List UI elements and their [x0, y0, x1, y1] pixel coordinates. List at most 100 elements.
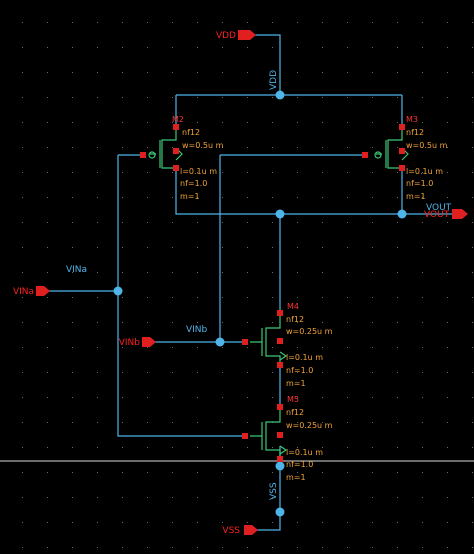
grid-dot: [472, 347, 473, 348]
grid-dot: [422, 472, 423, 473]
grid-dot: [197, 97, 198, 98]
grid-dot: [272, 22, 273, 23]
grid-dot: [197, 272, 198, 273]
grid-dot: [47, 47, 48, 48]
grid-dot: [72, 447, 73, 448]
grid-dot: [347, 47, 348, 48]
grid-dot: [347, 372, 348, 373]
grid-dot: [197, 222, 198, 223]
grid-dot: [247, 347, 248, 348]
grid-dot: [72, 372, 73, 373]
grid-dot: [447, 197, 448, 198]
grid-dot: [97, 222, 98, 223]
grid-dot: [322, 197, 323, 198]
grid-dot: [222, 172, 223, 173]
grid-dot: [397, 522, 398, 523]
grid-dot: [372, 47, 373, 48]
grid-dot: [247, 272, 248, 273]
schematic-canvas[interactable]: VDD VINa VINb VOUT VSS VDD VINa VINb VOU…: [0, 0, 474, 554]
pin-vss[interactable]: VSS: [222, 525, 258, 536]
net-label-vss: VSS: [269, 482, 279, 500]
grid-dot: [47, 322, 48, 323]
grid-dot: [197, 297, 198, 298]
m5-m: m=1: [286, 473, 306, 482]
m4-m: m=1: [286, 379, 306, 388]
grid-dot: [222, 497, 223, 498]
grid-dot: [447, 447, 448, 448]
grid-dot: [47, 472, 48, 473]
grid-dot: [97, 372, 98, 373]
grid-dot: [197, 47, 198, 48]
m2-annotations: M2 nf12 w=0.5u m l=0.1u m nf=1.0 m=1: [172, 115, 224, 201]
grid-dot: [472, 147, 473, 148]
grid-dot: [347, 97, 348, 98]
pin-vina[interactable]: VINa: [13, 286, 50, 297]
grid-dot: [22, 372, 23, 373]
grid-dot: [322, 22, 323, 23]
grid-dot: [472, 272, 473, 273]
grid-dot: [422, 47, 423, 48]
pin-vina-label: VINa: [13, 287, 34, 297]
grid-dot: [47, 522, 48, 523]
m5-annotations: M5 nf12 w=0.25u m l=0.1u m nf=1.0 m=1: [286, 395, 333, 482]
transistor-m3[interactable]: [362, 124, 409, 171]
grid-dot: [447, 422, 448, 423]
grid-dot: [122, 372, 123, 373]
grid-dot: [372, 172, 373, 173]
grid-dot: [72, 122, 73, 123]
grid-dot: [222, 247, 223, 248]
grid-dot: [122, 172, 123, 173]
grid-dot: [347, 197, 348, 198]
grid-dot: [97, 522, 98, 523]
grid-dot: [347, 497, 348, 498]
transistor-m2[interactable]: [140, 124, 183, 171]
grid-dot: [197, 322, 198, 323]
grid-dot: [72, 172, 73, 173]
grid-dot: [72, 197, 73, 198]
grid-dot: [22, 347, 23, 348]
pin-vinb[interactable]: VINb: [119, 337, 156, 348]
grid-dot: [197, 522, 198, 523]
grid-dot: [72, 297, 73, 298]
grid-dot: [72, 397, 73, 398]
grid-dot: [472, 372, 473, 373]
grid-dot: [472, 322, 473, 323]
grid-dot: [172, 47, 173, 48]
transistor-m4[interactable]: [242, 310, 288, 368]
pin-vdd[interactable]: VDD: [216, 30, 256, 41]
grid-dot: [322, 47, 323, 48]
grid-dot: [422, 272, 423, 273]
grid-dot: [472, 447, 473, 448]
grid-dot: [147, 197, 148, 198]
grid-dot: [147, 447, 148, 448]
grid-dot: [297, 222, 298, 223]
grid-dot: [147, 22, 148, 23]
grid-dot: [47, 247, 48, 248]
grid-dot: [222, 372, 223, 373]
grid-dot: [372, 447, 373, 448]
grid-dot: [447, 322, 448, 323]
grid-dot: [472, 422, 473, 423]
grid-dot: [47, 372, 48, 373]
grid-dot: [347, 547, 348, 548]
grid-dot: [247, 197, 248, 198]
grid-dot: [47, 422, 48, 423]
grid-dot: [297, 272, 298, 273]
grid-dot: [147, 172, 148, 173]
grid-dot: [422, 122, 423, 123]
transistor-m5[interactable]: [242, 404, 288, 462]
grid-dot: [372, 272, 373, 273]
grid-dot: [447, 472, 448, 473]
grid-dot: [372, 547, 373, 548]
net-label-vout: VOUT: [426, 203, 452, 213]
m3-annotations: M3 nf12 w=0.5u m l=0.1u m nf=1.0 m=1: [406, 115, 448, 201]
grid-dot: [272, 522, 273, 523]
grid-dot: [97, 122, 98, 123]
net-label-vinb: VINb: [186, 325, 208, 335]
grid-dot: [447, 222, 448, 223]
grid-dot: [247, 422, 248, 423]
grid-dot: [147, 522, 148, 523]
grid-dot: [347, 147, 348, 148]
grid-dot: [47, 72, 48, 73]
grid-dot: [247, 147, 248, 148]
